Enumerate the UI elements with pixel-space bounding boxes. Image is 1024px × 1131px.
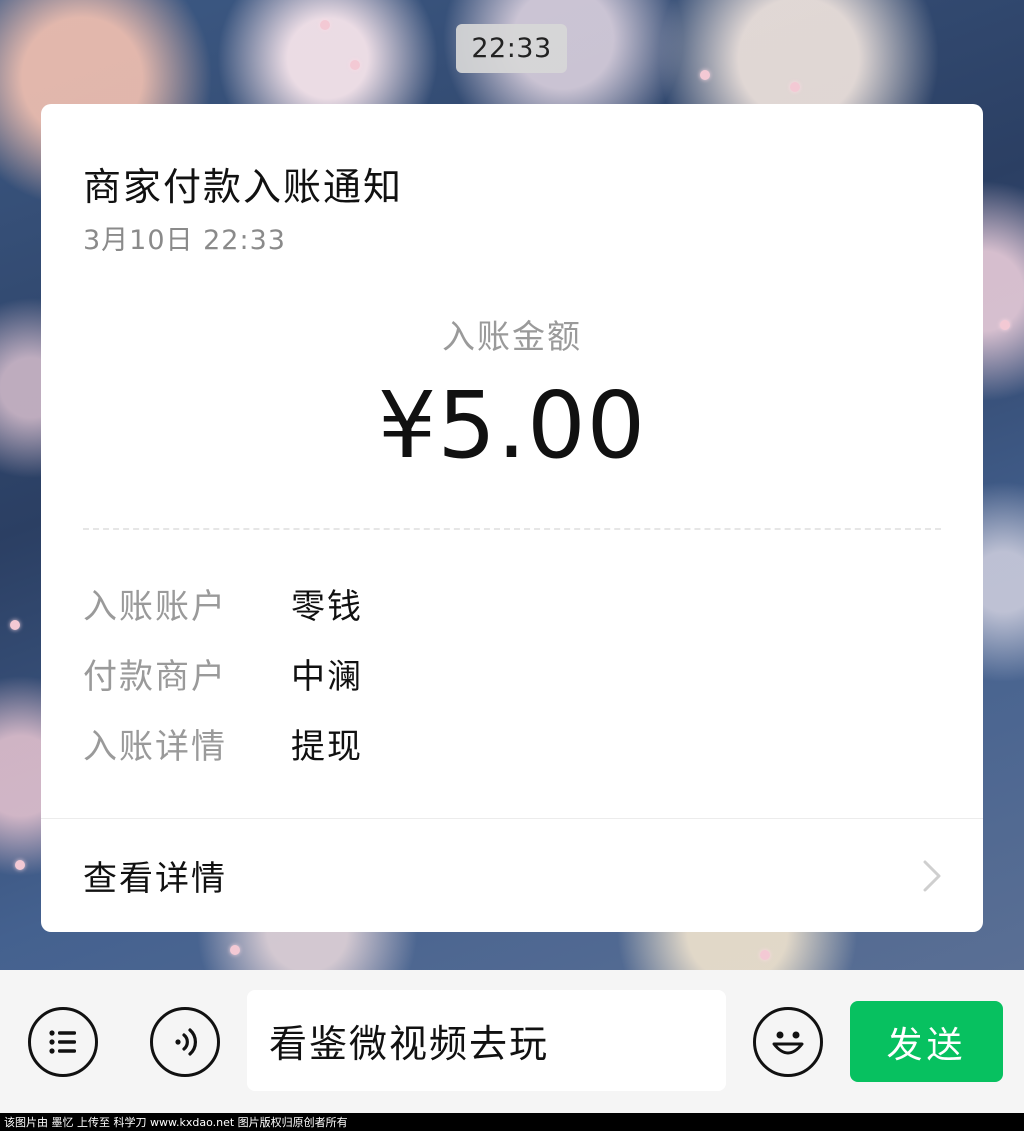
detail-value: 提现 <box>291 726 363 767</box>
emoji-icon <box>772 1031 804 1055</box>
detail-value: 零钱 <box>291 586 363 627</box>
message-timestamp: 22:33 <box>456 24 567 73</box>
voice-button[interactable] <box>150 1007 220 1077</box>
chat-input-bar: 看鉴微视频去玩 发送 <box>0 970 1024 1113</box>
message-input[interactable]: 看鉴微视频去玩 <box>247 990 726 1091</box>
detail-row-merchant: 付款商户 中澜 <box>83 648 363 698</box>
detail-value: 中澜 <box>291 656 363 697</box>
blossom-decoration <box>790 82 800 92</box>
blossom-decoration <box>1000 320 1010 330</box>
blossom-decoration <box>700 70 710 80</box>
menu-button[interactable] <box>28 1007 98 1077</box>
notification-date: 3月10日 22:33 <box>83 225 286 256</box>
dashed-divider <box>83 528 941 530</box>
blossom-decoration <box>320 20 330 30</box>
chevron-right-icon <box>923 860 941 891</box>
blossom-decoration <box>760 950 770 960</box>
voice-icon <box>175 1028 197 1056</box>
detail-row-account: 入账账户 零钱 <box>83 578 363 628</box>
watermark-text: 该图片由 墨忆 上传至 科学刀 www.kxdao.net 图片版权归原创者所有 <box>0 1113 1024 1131</box>
send-button[interactable]: 发送 <box>850 1001 1003 1082</box>
list-icon <box>49 1030 76 1054</box>
blossom-decoration <box>10 620 20 630</box>
amount-label: 入账金额 <box>442 317 582 356</box>
detail-key: 付款商户 <box>83 656 227 697</box>
detail-key: 入账账户 <box>83 586 227 627</box>
view-details-link[interactable]: 查看详情 <box>41 819 983 932</box>
emoji-button[interactable] <box>753 1007 823 1077</box>
payment-notification-card[interactable]: 商家付款入账通知 3月10日 22:33 入账金额 ¥5.00 入账账户 零钱 … <box>41 104 983 932</box>
detail-key: 入账详情 <box>83 726 227 767</box>
blossom-decoration <box>230 945 240 955</box>
detail-row-info: 入账详情 提现 <box>83 718 363 768</box>
blossom-decoration <box>15 860 25 870</box>
blossom-decoration <box>350 60 360 70</box>
notification-title: 商家付款入账通知 <box>83 165 404 209</box>
amount-value: ¥5.00 <box>377 372 647 479</box>
view-details-label: 查看详情 <box>83 859 227 899</box>
